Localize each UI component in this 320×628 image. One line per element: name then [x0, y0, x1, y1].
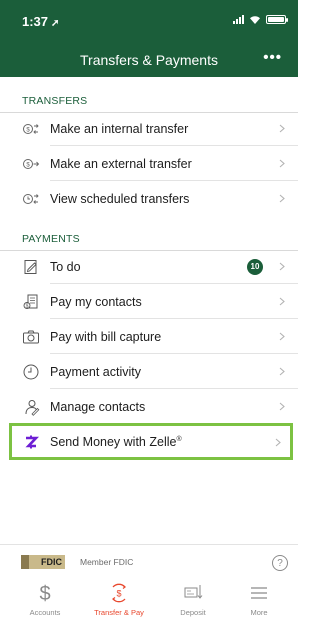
- tab-label: Accounts: [29, 608, 61, 617]
- todo-count-badge: 10: [247, 258, 263, 275]
- bill-capture-row[interactable]: Pay with bill capture: [0, 319, 298, 354]
- camera-icon: [22, 328, 40, 346]
- send-money-zelle-row[interactable]: Send Money with Zelle®: [9, 423, 293, 460]
- tab-transfer-pay[interactable]: $ Transfer & Pay: [82, 580, 156, 624]
- tab-more[interactable]: More: [222, 580, 296, 624]
- help-button[interactable]: ?: [272, 555, 288, 571]
- pay-contacts-icon: $: [22, 293, 40, 311]
- status-time: 1:37 ➚: [22, 14, 60, 29]
- chevron-right-icon: [279, 124, 285, 133]
- transfer-pay-icon: $: [112, 583, 126, 603]
- row-label: Make an internal transfer: [50, 121, 189, 136]
- fdic-member-text: Member FDIC: [80, 557, 134, 567]
- registered-mark: ®: [176, 435, 182, 443]
- chevron-right-icon: [279, 194, 285, 203]
- row-label: Make an external transfer: [50, 156, 192, 171]
- row-label: Pay my contacts: [50, 294, 142, 309]
- todo-row[interactable]: To do 10: [0, 249, 298, 284]
- dollar-icon: $: [39, 583, 50, 604]
- svg-text:$: $: [26, 303, 29, 309]
- chevron-right-icon: [279, 367, 285, 376]
- wifi-icon: [250, 16, 260, 24]
- svg-text:$: $: [116, 589, 121, 599]
- external-transfer-icon: $: [22, 155, 40, 173]
- location-arrow-icon: ➚: [51, 18, 60, 29]
- svg-text:$: $: [26, 128, 30, 134]
- row-label: Payment activity: [50, 364, 142, 379]
- app-header: 1:37 ➚ Transfers & Payments •••: [0, 0, 298, 77]
- row-label: View scheduled transfers: [50, 191, 190, 206]
- scheduled-transfers-row[interactable]: View scheduled transfers: [0, 181, 298, 216]
- fdic-logo: FDIC: [21, 555, 65, 569]
- battery-icon: [266, 15, 288, 24]
- contacts-icon: [22, 398, 40, 416]
- clock-icon: [22, 363, 40, 381]
- svg-text:$: $: [39, 583, 50, 604]
- tab-label: More: [250, 608, 268, 617]
- chevron-right-icon: [279, 297, 285, 306]
- chevron-right-icon: [279, 262, 285, 271]
- tab-label: Transfer & Pay: [94, 608, 144, 617]
- bottom-tab-bar: $ Accounts $ Transfer & Pay Deposit More: [0, 576, 298, 628]
- menu-icon: [251, 587, 267, 599]
- scheduled-transfers-icon: [22, 190, 40, 208]
- svg-text:$: $: [26, 163, 30, 169]
- internal-transfer-icon: $: [22, 120, 40, 138]
- chevron-right-icon: [279, 332, 285, 341]
- tab-label: Deposit: [180, 608, 206, 617]
- signal-icon: [233, 15, 244, 24]
- fdic-footer: FDIC Member FDIC ?: [0, 544, 298, 576]
- chevron-right-icon: [279, 159, 285, 168]
- row-label: Pay with bill capture: [50, 329, 162, 344]
- chevron-right-icon: [279, 402, 285, 411]
- external-transfer-row[interactable]: $ Make an external transfer: [0, 146, 298, 181]
- status-icons: [233, 15, 288, 24]
- row-label: Manage contacts: [50, 399, 146, 414]
- deposit-check-icon: [184, 585, 203, 599]
- manage-contacts-row[interactable]: Manage contacts: [0, 389, 298, 424]
- zelle-icon: [22, 433, 40, 451]
- payment-activity-row[interactable]: Payment activity: [0, 354, 298, 389]
- chevron-right-icon: [275, 438, 281, 447]
- more-options-button[interactable]: •••: [263, 49, 282, 66]
- row-label: Send Money with Zelle®: [50, 435, 182, 449]
- status-bar: 1:37 ➚: [0, 0, 298, 40]
- tab-deposit[interactable]: Deposit: [156, 580, 230, 624]
- page-title: Transfers & Payments: [80, 52, 218, 68]
- tab-accounts[interactable]: $ Accounts: [8, 580, 82, 624]
- internal-transfer-row[interactable]: $ Make an internal transfer: [0, 111, 298, 146]
- pay-contacts-row[interactable]: $ Pay my contacts: [0, 284, 298, 319]
- todo-icon: [22, 258, 40, 276]
- row-label: To do: [50, 259, 81, 274]
